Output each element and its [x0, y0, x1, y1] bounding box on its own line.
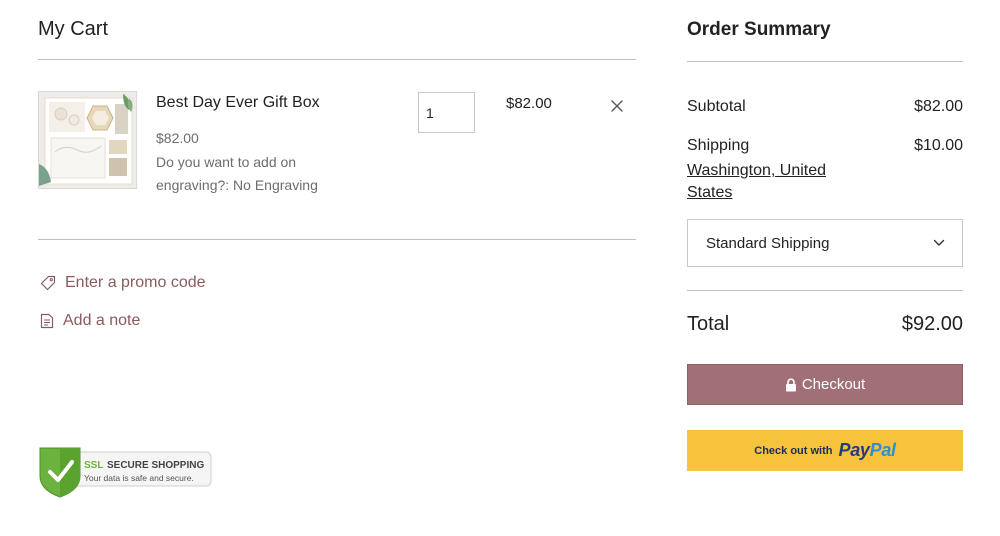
- promo-code-link[interactable]: Enter a promo code: [40, 274, 206, 292]
- quantity-input[interactable]: [418, 92, 475, 133]
- total-label: Total: [687, 313, 730, 335]
- shipping-method-select[interactable]: Standard Shipping: [687, 219, 963, 267]
- subtotal-label: Subtotal: [687, 98, 746, 115]
- summary-divider-bottom: [687, 290, 963, 291]
- paypal-logo-pal: Pal: [869, 440, 896, 460]
- gift-box-product-image: [39, 92, 136, 188]
- cart-divider-bottom: [38, 239, 636, 240]
- cart-divider-top: [38, 59, 636, 60]
- paypal-checkout-button[interactable]: Check out with PayPal: [687, 430, 963, 471]
- ssl-secure-shopping: SECURE SHOPPING: [107, 460, 204, 471]
- ssl-secure-badge: SSL SECURE SHOPPING Your data is safe an…: [38, 446, 214, 498]
- paypal-logo-pay: Pay: [838, 440, 870, 460]
- product-name[interactable]: Best Day Ever Gift Box: [156, 94, 320, 112]
- product-unit-price: $82.00: [156, 130, 199, 146]
- tag-icon: [40, 275, 56, 291]
- total-value: $92.00: [901, 313, 963, 335]
- checkout-button[interactable]: Checkout: [687, 364, 963, 405]
- subtotal-value: $82.00: [914, 98, 963, 115]
- add-note-link[interactable]: Add a note: [40, 312, 140, 330]
- paypal-prefix: Check out with: [754, 444, 833, 457]
- paypal-logo: PayPal: [838, 440, 896, 461]
- cart-title: My Cart: [38, 18, 108, 40]
- product-image[interactable]: [38, 91, 137, 189]
- checkout-label: Checkout: [801, 376, 866, 393]
- remove-item-button[interactable]: [609, 98, 625, 114]
- shipping-label: Shipping: [687, 137, 750, 154]
- product-option: Do you want to add on engraving?: No Eng…: [156, 154, 318, 193]
- summary-divider-top: [687, 61, 963, 62]
- line-total: $82.00: [506, 95, 552, 112]
- note-icon: [40, 313, 54, 329]
- ssl-tagline: Your data is safe and secure.: [84, 473, 194, 483]
- shipping-value: $10.00: [914, 137, 963, 154]
- chevron-down-icon: [933, 239, 945, 246]
- add-note-label: Add a note: [63, 312, 141, 329]
- shipping-method-value: Standard Shipping: [706, 234, 830, 252]
- close-icon: [611, 100, 623, 112]
- ssl-label: SSL: [84, 460, 103, 471]
- lock-icon: [785, 377, 796, 391]
- shipping-location-link[interactable]: Washington, United States: [687, 160, 857, 204]
- promo-code-label: Enter a promo code: [65, 274, 206, 291]
- order-summary-title: Order Summary: [687, 19, 831, 40]
